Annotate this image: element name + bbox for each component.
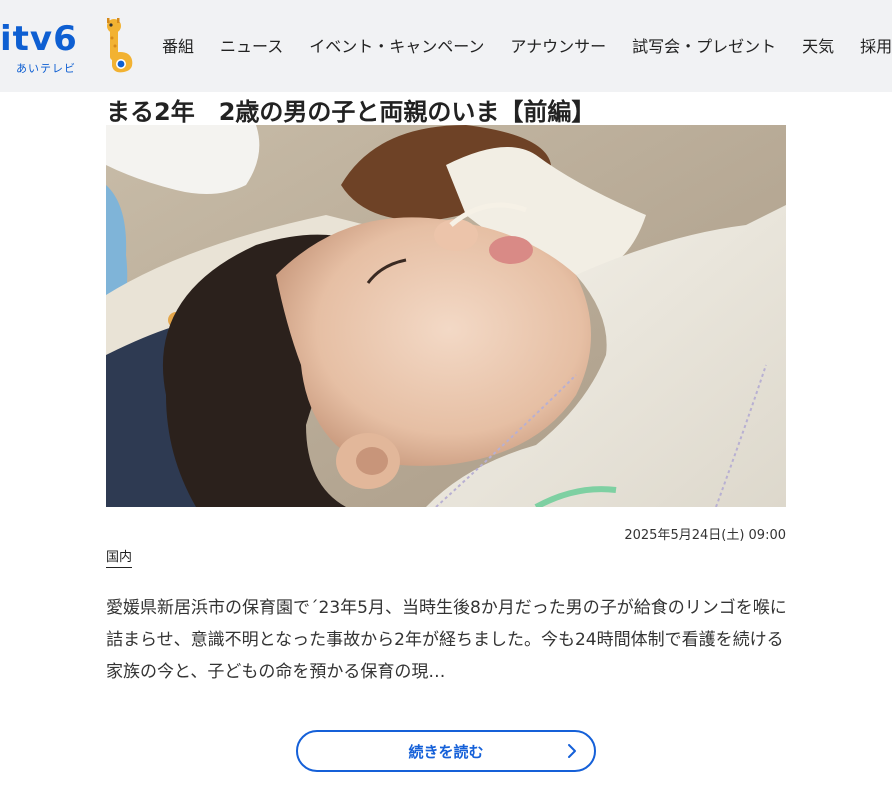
nav-item-presents[interactable]: 試写会・プレゼント — [632, 36, 776, 58]
nav-item-weather[interactable]: 天気 — [802, 36, 834, 58]
read-more-label: 続きを読む — [408, 742, 484, 761]
site-header: itv6 あいテレビ 番組 ニュース イベント・キャンペーン アナウンサー 試写… — [0, 0, 892, 92]
article-hero-image[interactable] — [106, 125, 786, 507]
read-more-button[interactable]: 続きを読む — [296, 730, 596, 772]
category-tag[interactable]: 国内 — [106, 549, 133, 568]
nav-item-news[interactable]: ニュース — [220, 36, 283, 58]
main-nav: 番組 ニュース イベント・キャンペーン アナウンサー 試写会・プレゼント 天気 … — [162, 36, 892, 58]
nav-item-announcers[interactable]: アナウンサー — [510, 36, 606, 58]
nav-item-programs[interactable]: 番組 — [162, 36, 194, 58]
site-logo[interactable]: itv6 あいテレビ — [0, 18, 150, 78]
logo-subtext: あいテレビ — [16, 62, 76, 75]
article-date: 2025年5月24日(土) 09:00 — [624, 528, 786, 543]
logo-text: itv6 — [0, 19, 78, 59]
nav-item-recruit[interactable]: 採用情報 — [860, 36, 892, 58]
nav-item-events[interactable]: イベント・キャンペーン — [309, 36, 484, 58]
sleeping-child-photo-icon — [106, 125, 786, 507]
page: itv6 あいテレビ 番組 ニュース イベント・キャンペーン アナウンサー 試写… — [0, 0, 892, 800]
giraffe-mascot-icon — [107, 18, 133, 73]
article-title: まる2年 2歳の男の子と両親のいま【前編】 — [106, 98, 596, 127]
chevron-right-icon — [568, 744, 576, 758]
article-summary: 愛媛県新居浜市の保育園で´23年5月、当時生後8か月だった男の子が給食のリンゴを… — [106, 598, 787, 682]
